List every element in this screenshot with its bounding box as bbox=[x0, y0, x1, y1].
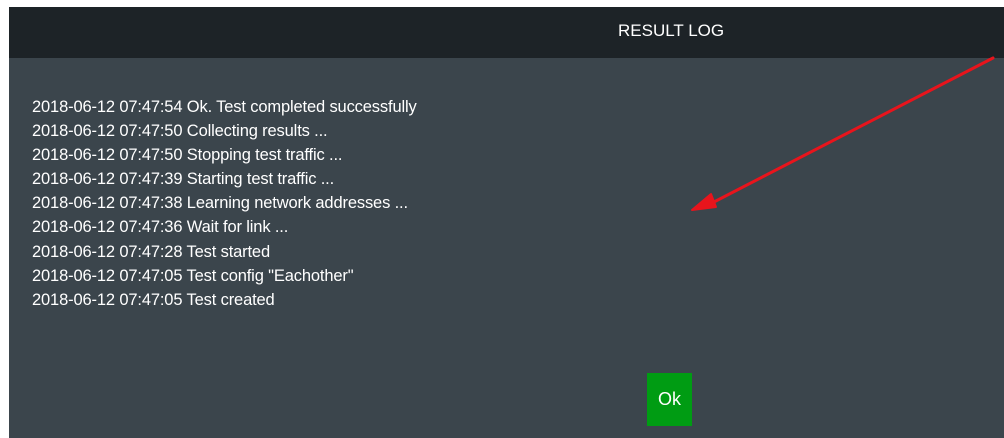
dialog-titlebar: RESULT LOG bbox=[9, 7, 1004, 58]
log-entry: 2018-06-12 07:47:38 Learning network add… bbox=[32, 194, 408, 213]
log-entry: 2018-06-12 07:47:05 Test created bbox=[32, 290, 275, 309]
dialog-title: RESULT LOG bbox=[618, 21, 725, 40]
log-entry: 2018-06-12 07:47:05 Test config "Eachoth… bbox=[32, 266, 354, 285]
log-entry: 2018-06-12 07:47:50 Stopping test traffi… bbox=[32, 146, 343, 165]
result-log-dialog: RESULT LOG 2018-06-12 07:47:54 Ok. Test … bbox=[9, 7, 1004, 438]
log-entry: 2018-06-12 07:47:28 Test started bbox=[32, 242, 270, 261]
page: RESULT LOG 2018-06-12 07:47:54 Ok. Test … bbox=[0, 0, 1004, 438]
ok-button[interactable]: Ok bbox=[647, 373, 692, 426]
log-entry: 2018-06-12 07:47:54 Ok. Test completed s… bbox=[32, 98, 417, 116]
log-entry: 2018-06-12 07:47:50 Collecting results .… bbox=[32, 122, 328, 141]
log-entry: 2018-06-12 07:47:39 Starting test traffi… bbox=[32, 170, 335, 189]
log-entry: 2018-06-12 07:47:36 Wait for link ... bbox=[32, 218, 289, 237]
result-log-list: 2018-06-12 07:47:54 Ok. Test completed s… bbox=[32, 95, 417, 312]
